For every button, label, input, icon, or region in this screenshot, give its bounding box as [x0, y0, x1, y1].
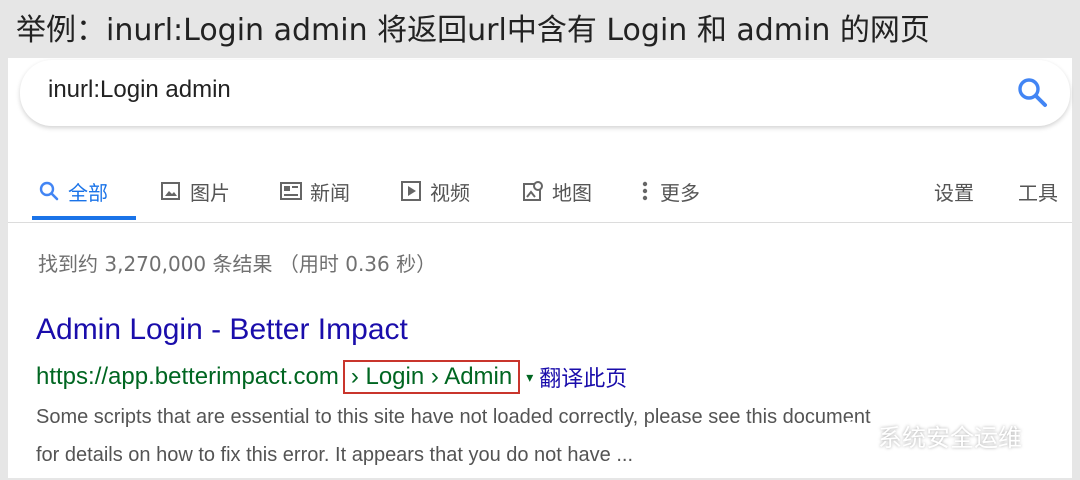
search-tabs: 全部 图片 新闻 视频 地图 更多 设置 工具 — [8, 166, 1072, 216]
tab-label: 设置 — [934, 180, 974, 205]
search-results-page: inurl:Login admin 全部 图片 新闻 视频 地图 更多 设置 工… — [8, 58, 1072, 478]
search-icon — [38, 180, 60, 202]
active-tab-indicator — [32, 216, 136, 220]
search-input[interactable]: inurl:Login admin — [48, 76, 231, 104]
tab-maps[interactable]: 地图 — [522, 166, 592, 216]
divider — [8, 222, 1072, 223]
tab-images[interactable]: 图片 — [160, 166, 230, 216]
translate-link[interactable]: 翻译此页 — [539, 361, 627, 393]
search-icon[interactable] — [1014, 74, 1050, 110]
image-icon — [160, 180, 182, 202]
tab-label: 更多 — [660, 180, 700, 205]
tab-tools[interactable]: 工具 — [1018, 166, 1058, 216]
tab-all[interactable]: 全部 — [38, 166, 108, 216]
result-url[interactable]: https://app.betterimpact.com — [36, 363, 339, 391]
result-stats: 找到约 3,270,000 条结果 （用时 0.36 秒） — [38, 252, 437, 276]
tab-label: 新闻 — [310, 180, 350, 205]
result-url-line: https://app.betterimpact.com › Login › A… — [36, 360, 627, 394]
watermark-text: 系统安全运维 — [878, 423, 1022, 452]
watermark: 系统安全运维 — [836, 418, 1022, 452]
highlighted-breadcrumb: › Login › Admin — [342, 360, 521, 394]
search-box[interactable]: inurl:Login admin — [20, 60, 1070, 126]
tab-label: 地图 — [552, 180, 592, 205]
tab-more[interactable]: 更多 — [638, 166, 700, 216]
result-title-link[interactable]: Admin Login - Better Impact — [36, 313, 408, 347]
tab-news[interactable]: 新闻 — [280, 166, 350, 216]
tab-label: 视频 — [430, 180, 470, 205]
more-vert-icon — [638, 180, 652, 202]
video-icon — [400, 180, 422, 202]
tab-label: 全部 — [68, 180, 108, 205]
wechat-icon — [836, 420, 872, 450]
caret-down-icon[interactable]: ▾ — [526, 369, 533, 386]
caption-text: 举例：inurl:Login admin 将返回url中含有 Login 和 a… — [16, 13, 930, 48]
map-icon — [522, 180, 544, 202]
tab-label: 图片 — [190, 180, 230, 205]
tab-settings[interactable]: 设置 — [934, 166, 974, 216]
news-icon — [280, 180, 302, 202]
tab-videos[interactable]: 视频 — [400, 166, 470, 216]
tab-label: 工具 — [1018, 180, 1058, 205]
